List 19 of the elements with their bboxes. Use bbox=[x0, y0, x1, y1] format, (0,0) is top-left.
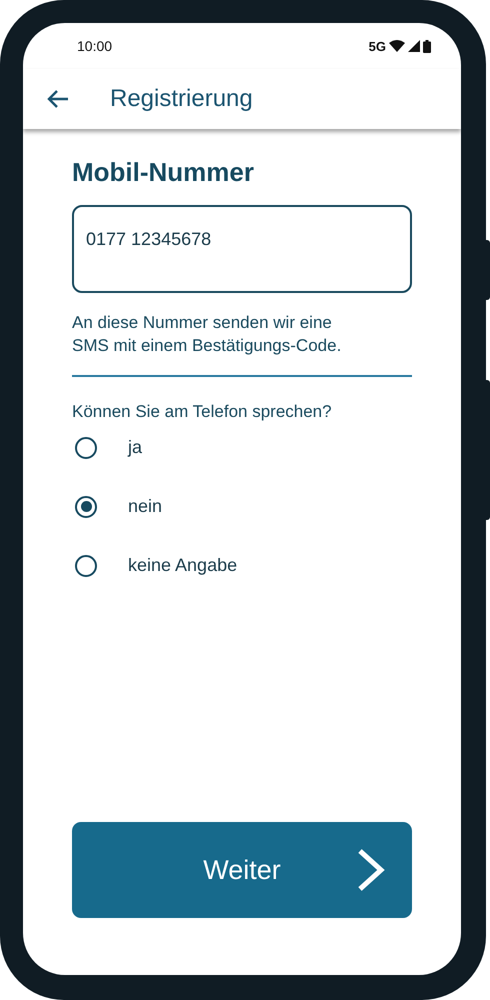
wifi-icon bbox=[389, 40, 405, 52]
chevron-right-icon bbox=[357, 848, 385, 892]
signal-icon bbox=[408, 40, 420, 52]
back-arrow-icon[interactable] bbox=[47, 89, 69, 109]
radio-button[interactable] bbox=[75, 436, 97, 458]
next-button[interactable]: Weiter bbox=[72, 822, 412, 918]
radio-button[interactable] bbox=[75, 496, 97, 518]
battery-icon bbox=[423, 40, 431, 52]
radio-button[interactable] bbox=[75, 554, 97, 576]
question-text: Können Sie am Telefon sprechen? bbox=[72, 402, 333, 422]
network-type: 5G bbox=[368, 38, 386, 54]
section-heading: Mobil-Nummer bbox=[72, 157, 255, 188]
option-label[interactable]: nein bbox=[128, 496, 162, 517]
option-label[interactable]: keine Angabe bbox=[128, 555, 238, 576]
status-time: 10:00 bbox=[77, 38, 112, 54]
app-title: Registrierung bbox=[110, 85, 253, 113]
hint-text: An diese Nummer senden wir eine SMS mit einem Bestätigungs-Code. bbox=[72, 312, 342, 357]
option-label[interactable]: ja bbox=[128, 437, 142, 458]
phone-input-field[interactable]: 0177 12345678 bbox=[72, 205, 412, 293]
